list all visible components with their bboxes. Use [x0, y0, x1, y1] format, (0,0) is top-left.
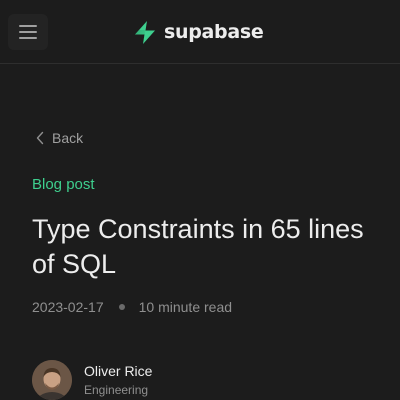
avatar [32, 360, 72, 400]
back-link[interactable]: Back [36, 130, 83, 146]
blog-post-page: supabase Back Blog post Type Constraints… [0, 0, 400, 400]
post-read-time: 10 minute read [138, 299, 233, 315]
post-meta: 2023-02-17 10 minute read [32, 299, 232, 315]
author-role: Engineering [84, 383, 149, 397]
supabase-bolt-icon [135, 20, 155, 44]
back-label: Back [52, 130, 84, 146]
menu-button[interactable] [8, 14, 48, 50]
logo-text: supabase [164, 21, 264, 43]
author-card[interactable]: Oliver Rice Engineering [32, 360, 152, 400]
post-date: 2023-02-17 [32, 299, 104, 315]
supabase-logo[interactable]: supabase [133, 18, 264, 46]
chevron-left-icon [36, 131, 44, 145]
top-navbar: supabase [0, 0, 400, 64]
post-category[interactable]: Blog post [32, 176, 95, 193]
post-title: Type Constraints in 65 lines of SQL [32, 214, 364, 279]
separator-dot [118, 304, 125, 310]
author-info: Oliver Rice Engineering [84, 361, 152, 399]
author-name: Oliver Rice [84, 363, 153, 379]
hamburger-menu-icon [19, 25, 37, 39]
